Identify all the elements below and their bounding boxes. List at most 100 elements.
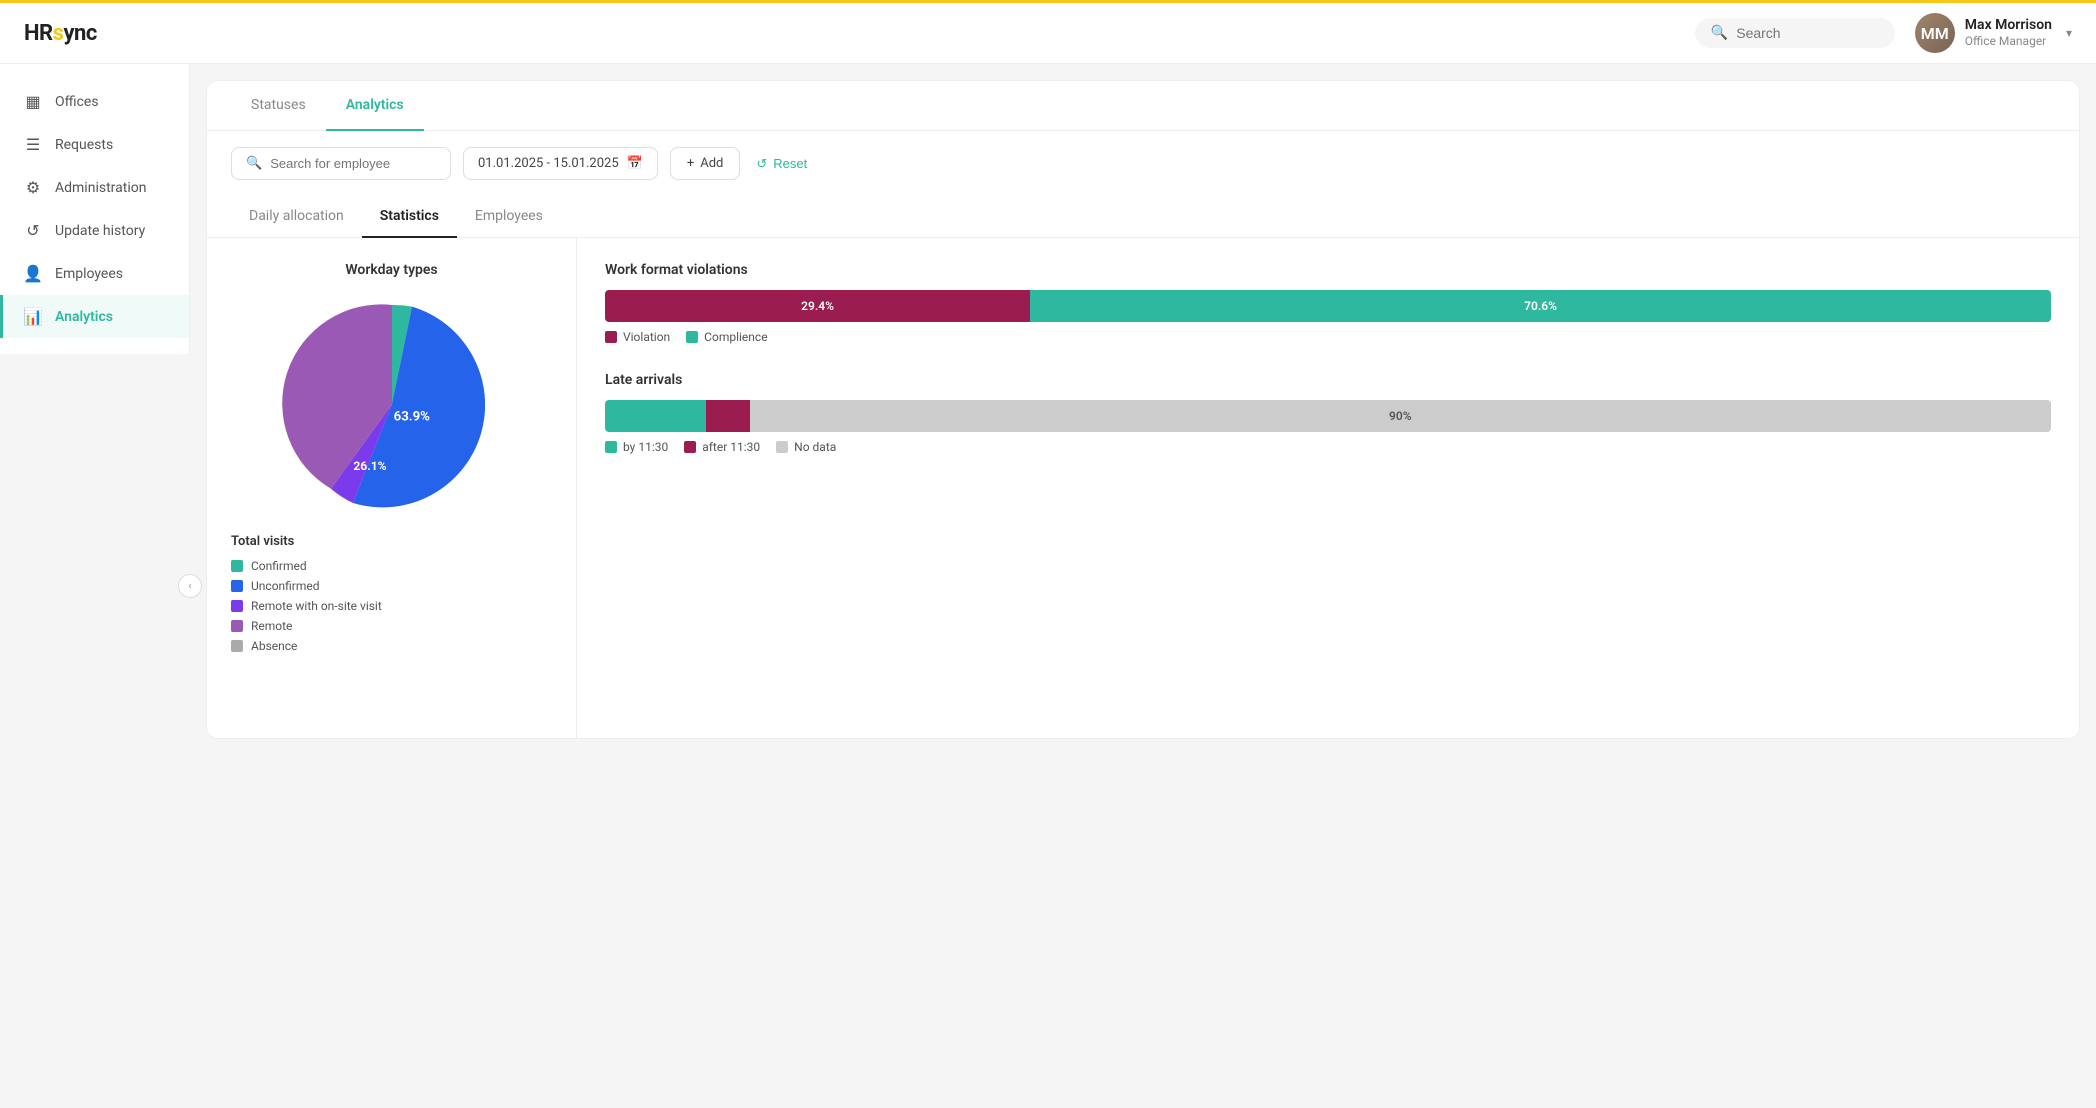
search-icon: 🔍: [1711, 25, 1728, 41]
history-icon: ↺: [23, 221, 43, 240]
late-arrivals-bar: 90%: [605, 400, 2051, 432]
legend-unconfirmed: Unconfirmed: [231, 579, 552, 593]
sidebar-label-offices: Offices: [55, 94, 99, 110]
nodata-legend-item: No data: [776, 440, 836, 454]
tab-statuses[interactable]: Statuses: [231, 81, 326, 131]
confirmed-label-text: Confirmed: [251, 559, 307, 573]
layout: ▦ Offices ☰ Requests ⚙ Administration ↺ …: [0, 64, 2096, 1108]
remote-onsite-label-text: Remote with on-site visit: [251, 599, 382, 613]
late-arrivals-title: Late arrivals: [605, 372, 2051, 388]
by1130-legend-label: by 11:30: [623, 440, 668, 454]
sidebar-label-history: Update history: [55, 223, 145, 239]
user-menu[interactable]: MM Max Morrison Office Manager ▾: [1915, 13, 2072, 53]
sub-tab-daily-allocation[interactable]: Daily allocation: [231, 196, 362, 238]
absence-label-text: Absence: [251, 639, 297, 653]
user-name: Max Morrison: [1965, 16, 2052, 34]
remote-dot: [231, 620, 243, 632]
date-range-button[interactable]: 01.01.2025 - 15.01.2025 📅: [463, 147, 658, 180]
add-button[interactable]: + Add: [670, 147, 741, 180]
by1130-bar: [605, 400, 706, 432]
global-search-box[interactable]: 🔍: [1695, 18, 1895, 48]
sidebar-wrapper: ▦ Offices ☰ Requests ⚙ Administration ↺ …: [0, 64, 190, 1108]
compliance-bar: 70.6%: [1030, 290, 2051, 322]
sidebar-item-offices[interactable]: ▦ Offices: [0, 80, 189, 123]
global-search-input[interactable]: [1736, 25, 1879, 41]
topbar-right: 🔍 MM Max Morrison Office Manager ▾: [1695, 13, 2072, 53]
sidebar-label-employees: Employees: [55, 266, 123, 282]
reset-label: Reset: [773, 156, 807, 171]
remote-label: 26.1%: [353, 459, 386, 473]
sidebar-item-employees[interactable]: 👤 Employees: [0, 252, 189, 295]
sidebar-toggle-button[interactable]: ‹: [178, 574, 202, 598]
after1130-legend-item: after 11:30: [684, 440, 760, 454]
sidebar-label-administration: Administration: [55, 180, 146, 196]
sub-tabs: Daily allocation Statistics Employees: [207, 196, 2079, 238]
plus-icon: +: [687, 156, 694, 171]
reset-button[interactable]: ↺ Reset: [752, 148, 811, 180]
topbar: HRsync 🔍 MM Max Morrison Office Manager …: [0, 0, 2096, 64]
date-range-value: 01.01.2025 - 15.01.2025: [478, 156, 619, 171]
legend-title: Total visits: [231, 534, 552, 549]
pie-chart-svg: 63.9% 26.1%: [282, 294, 502, 514]
remote-label-text: Remote: [251, 619, 292, 633]
nodata-legend-label: No data: [794, 440, 836, 454]
legend-remote: Remote: [231, 619, 552, 633]
toolbar: 🔍 01.01.2025 - 15.01.2025 📅 + Add ↺ Rese…: [207, 131, 2079, 196]
legend-absence: Absence: [231, 639, 552, 653]
sub-tab-statistics[interactable]: Statistics: [362, 196, 457, 238]
user-role: Office Manager: [1965, 34, 2052, 50]
unconfirmed-label-text: Unconfirmed: [251, 579, 320, 593]
avatar: MM: [1915, 13, 1955, 53]
tab-analytics[interactable]: Analytics: [326, 81, 424, 131]
main-content: Statuses Analytics 🔍 01.01.2025 - 15.01.…: [190, 64, 2096, 1108]
sub-tab-employees[interactable]: Employees: [457, 196, 561, 238]
sidebar-label-analytics: Analytics: [55, 309, 113, 325]
after1130-legend-label: after 11:30: [702, 440, 760, 454]
violation-legend-sq: [605, 331, 617, 343]
pie-chart-title: Workday types: [231, 262, 552, 278]
employee-search-box[interactable]: 🔍: [231, 147, 451, 180]
analytics-panels: Workday types: [207, 238, 2079, 738]
sidebar-item-analytics[interactable]: 📊 Analytics: [0, 295, 189, 338]
confirmed-dot: [231, 560, 243, 572]
chevron-down-icon: ▾: [2066, 26, 2072, 40]
reset-icon: ↺: [756, 156, 767, 172]
late-arrivals-section: Late arrivals 90% by 11:30: [605, 372, 2051, 454]
compliance-legend-item: Complience: [686, 330, 767, 344]
sidebar-item-update-history[interactable]: ↺ Update history: [0, 209, 189, 252]
by1130-legend-sq: [605, 441, 617, 453]
work-format-section: Work format violations 29.4% 70.6% Viola…: [605, 262, 2051, 344]
violation-legend-item: Violation: [605, 330, 670, 344]
administration-icon: ⚙: [23, 178, 43, 197]
legend-confirmed: Confirmed: [231, 559, 552, 573]
unconfirmed-label: 63.9%: [393, 410, 430, 425]
late-arrivals-legend: by 11:30 after 11:30 No data: [605, 440, 2051, 454]
pie-chart-container: 63.9% 26.1%: [231, 294, 552, 514]
search-employee-icon: 🔍: [246, 156, 262, 171]
violation-legend-label: Violation: [623, 330, 670, 344]
employee-search-input[interactable]: [270, 156, 436, 171]
work-format-title: Work format violations: [605, 262, 2051, 278]
offices-icon: ▦: [23, 92, 43, 111]
after1130-legend-sq: [684, 441, 696, 453]
nodata-legend-sq: [776, 441, 788, 453]
sidebar-label-requests: Requests: [55, 137, 113, 153]
requests-icon: ☰: [23, 135, 43, 154]
nodata-bar: 90%: [750, 400, 2051, 432]
bar-charts-panel: Work format violations 29.4% 70.6% Viola…: [577, 238, 2079, 738]
remote-onsite-dot: [231, 600, 243, 612]
unconfirmed-dot: [231, 580, 243, 592]
logo: HRsync: [24, 21, 97, 46]
compliance-legend-sq: [686, 331, 698, 343]
sidebar-item-administration[interactable]: ⚙ Administration: [0, 166, 189, 209]
user-text: Max Morrison Office Manager: [1965, 16, 2052, 50]
calendar-icon: 📅: [627, 156, 643, 171]
work-format-legend: Violation Complience: [605, 330, 2051, 344]
after1130-bar: [706, 400, 749, 432]
sidebar-item-requests[interactable]: ☰ Requests: [0, 123, 189, 166]
legend-remote-onsite: Remote with on-site visit: [231, 599, 552, 613]
main-tabs: Statuses Analytics: [207, 81, 2079, 131]
pie-chart-panel: Workday types: [207, 238, 577, 738]
employees-icon: 👤: [23, 264, 43, 283]
content-card: Statuses Analytics 🔍 01.01.2025 - 15.01.…: [206, 80, 2080, 739]
